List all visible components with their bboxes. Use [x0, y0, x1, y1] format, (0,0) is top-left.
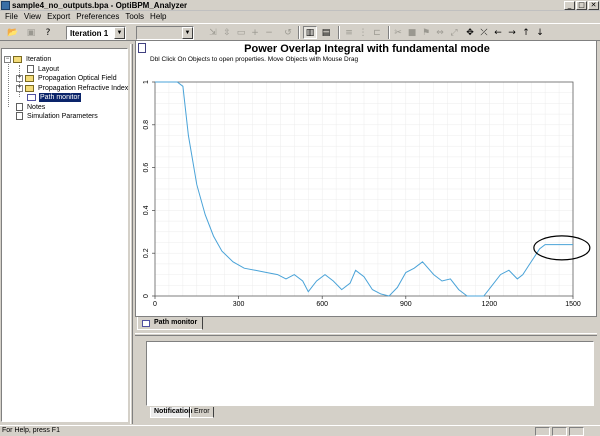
- menu-view[interactable]: View: [21, 11, 44, 23]
- arrow-right-icon[interactable]: →: [505, 26, 519, 39]
- title-bar: sample4_no_outputs.bpa - OptiBPM_Analyze…: [0, 0, 600, 11]
- tree-item-label: Iteration: [26, 55, 52, 63]
- menu-export[interactable]: Export: [44, 11, 73, 23]
- open-folder-icon[interactable]: 📂: [6, 26, 20, 39]
- arrow-down-icon[interactable]: ↓: [533, 26, 547, 39]
- status-text: For Help, press F1: [2, 427, 60, 434]
- stop-icon[interactable]: ■: [405, 26, 419, 39]
- tree-item-label: Simulation Parameters: [27, 112, 98, 120]
- tab-error[interactable]: Error: [190, 407, 214, 418]
- zoom-out-icon[interactable]: −: [262, 26, 276, 39]
- menu-help[interactable]: Help: [147, 11, 169, 23]
- tree-item-path-monitor[interactable]: Path monitor: [27, 92, 81, 102]
- project-tree[interactable]: − Iteration Layout + Propagation Optical…: [1, 48, 128, 422]
- link-icon[interactable]: ⇔: [433, 26, 447, 39]
- flag-icon[interactable]: ⚑: [419, 26, 433, 39]
- chevron-down-icon[interactable]: ▼: [114, 27, 125, 39]
- minimize-button[interactable]: _: [564, 1, 575, 10]
- help-pointer-icon[interactable]: ?: [41, 26, 55, 39]
- settings-document-icon: [16, 112, 23, 120]
- annotation-ellipse: [533, 235, 591, 261]
- scissors-icon[interactable]: ✂: [391, 26, 405, 39]
- arrow-left-icon[interactable]: ←: [491, 26, 505, 39]
- x-tick-label: 600: [316, 301, 328, 308]
- window-title: sample4_no_outputs.bpa - OptiBPM_Analyze…: [12, 1, 188, 10]
- app-icon: [1, 1, 10, 10]
- tree-item-simulation-parameters[interactable]: Simulation Parameters: [16, 111, 99, 121]
- y-tick-label: 0.6: [143, 163, 150, 173]
- expand-icon[interactable]: +: [16, 84, 23, 92]
- reset-view-icon[interactable]: ↺: [281, 26, 295, 39]
- zoom-x-icon[interactable]: ⇲: [206, 26, 220, 39]
- arrow-up-icon[interactable]: ↑: [519, 26, 533, 39]
- notes-icon: [16, 103, 23, 111]
- x-tick-label: 1500: [565, 301, 581, 308]
- tab-label: Path monitor: [154, 319, 198, 326]
- status-panel-scrl: [569, 427, 584, 436]
- expand-arrows-icon[interactable]: ✥: [463, 26, 477, 39]
- vertical-splitter[interactable]: [130, 44, 133, 424]
- group-icon[interactable]: ⊏: [370, 26, 384, 39]
- secondary-select[interactable]: ▼: [136, 26, 194, 40]
- tree-item-propagation-optical-field[interactable]: + Propagation Optical Field: [16, 73, 118, 83]
- tree-item-label: Path monitor: [39, 92, 81, 102]
- iteration-select[interactable]: Iteration 1 ▼: [66, 26, 126, 40]
- collapse-icon[interactable]: −: [4, 55, 11, 63]
- status-panel-num: [552, 427, 567, 436]
- align-icon[interactable]: ≡: [342, 26, 356, 39]
- menu-tools[interactable]: Tools: [122, 11, 147, 23]
- x-tick-label: 900: [400, 301, 412, 308]
- zoom-y-icon[interactable]: ⇳: [220, 26, 234, 39]
- layout-view-icon[interactable]: ▥: [303, 26, 317, 39]
- y-tick-label: 0.2: [143, 248, 150, 258]
- output-pane[interactable]: [146, 341, 594, 406]
- tree-item-iteration[interactable]: − Iteration: [4, 54, 52, 64]
- y-tick-label: 0.8: [143, 120, 150, 130]
- expand-icon[interactable]: +: [16, 74, 23, 82]
- horizontal-splitter[interactable]: [135, 333, 597, 336]
- x-tick-label: 1200: [482, 301, 498, 308]
- collapse-arrows-icon[interactable]: ⤫: [477, 26, 491, 39]
- split-view-icon[interactable]: ▤: [319, 26, 333, 39]
- tab-path-monitor[interactable]: Path monitor: [137, 317, 203, 330]
- zoom-region-icon[interactable]: ▭: [234, 26, 248, 39]
- tab-notification[interactable]: Notification: [150, 407, 193, 418]
- path-monitor-icon: [142, 319, 150, 327]
- path-monitor-icon: [27, 93, 36, 101]
- power-overlap-chart[interactable]: 0 300 600 900 1200 1500 0 0.2 0.4 0.6 0.8 1: [136, 41, 598, 318]
- close-button[interactable]: ✕: [588, 1, 599, 10]
- tree-item-label: Propagation Optical Field: [38, 74, 117, 82]
- document-icon: [27, 65, 34, 73]
- folder-icon: [25, 84, 34, 92]
- folder-icon: [25, 74, 34, 82]
- menu-preferences[interactable]: Preferences: [73, 11, 122, 23]
- y-tick-label: 0: [143, 294, 150, 298]
- chevron-down-icon[interactable]: ▼: [182, 27, 193, 39]
- maximize-button[interactable]: □: [576, 1, 587, 10]
- x-tick-label: 300: [233, 301, 245, 308]
- unlink-icon[interactable]: ⤢: [447, 26, 461, 39]
- menu-file[interactable]: File: [2, 11, 21, 23]
- y-tick-label: 1: [143, 80, 150, 84]
- folder-icon: [13, 55, 22, 63]
- status-panel-cap: [535, 427, 550, 436]
- graph-view[interactable]: Power Overlap Integral with fundamental …: [135, 40, 597, 317]
- y-tick-label: 0.4: [143, 205, 150, 215]
- toolbar: 📂 ▣ ? Iteration 1 ▼ ▼ ⇲ ⇳ ▭ + − ↺ ▥ ▤ ≡ …: [0, 23, 600, 41]
- x-tick-label: 0: [153, 301, 157, 308]
- zoom-in-icon[interactable]: +: [248, 26, 262, 39]
- menu-bar: File View Export Preferences Tools Help: [0, 11, 600, 23]
- iteration-select-value: Iteration 1: [70, 29, 109, 38]
- save-icon[interactable]: ▣: [24, 26, 38, 39]
- status-bar: For Help, press F1: [0, 425, 600, 436]
- distribute-icon[interactable]: ⋮: [356, 26, 370, 39]
